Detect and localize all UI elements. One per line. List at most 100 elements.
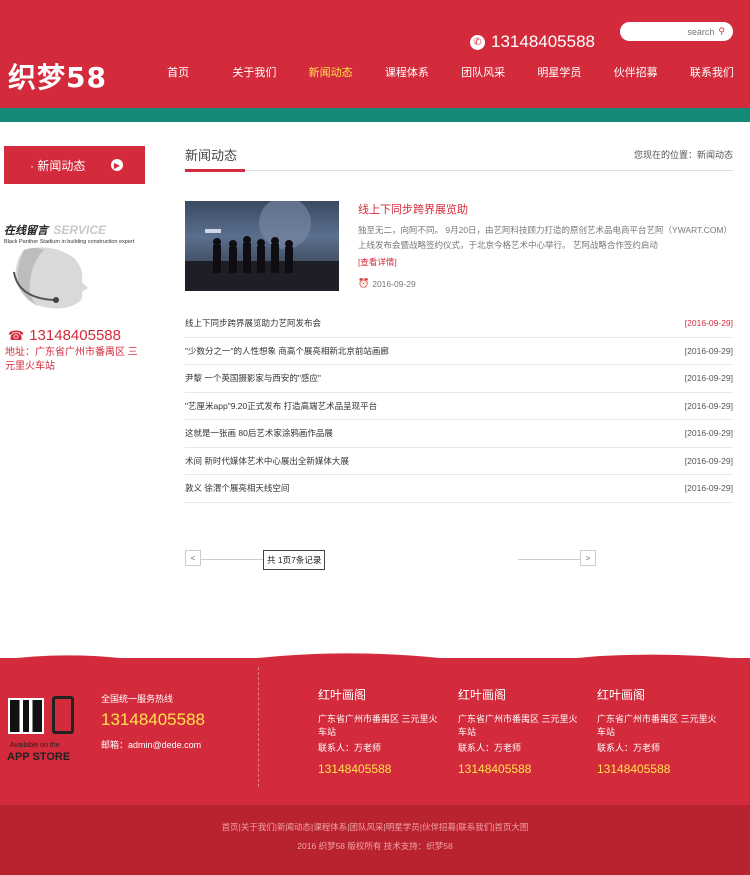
footer-link-news[interactable]: 新闻动态 <box>277 822 311 832</box>
hotline-label: 全国统一服务热线 <box>101 694 174 704</box>
feature-read-more-link[interactable]: [查看详情] <box>358 256 397 268</box>
news-title[interactable]: "少数分之一"的人性想象 商高个展亮相新北京前站画廊 <box>185 345 389 357</box>
breadcrumb: 您现在的位置：新闻动态 <box>633 150 733 160</box>
nav-item-courses[interactable]: 课程体系 <box>369 64 445 80</box>
main-nav: 首页 关于我们 新闻动态 课程体系 团队风采 明星学员 伙伴招募 联系我们 <box>140 64 750 80</box>
site-logo[interactable]: 织梦58 <box>8 56 107 96</box>
search-box: ⚲ <box>620 22 733 41</box>
news-date: [2016-09-29] <box>684 400 733 411</box>
news-row[interactable]: 线上下同步跨界展览助力艺阿发布会 [2016-09-29] <box>185 310 733 338</box>
news-row[interactable]: 这就是一张画 80后艺术家涂鸦画作品展 [2016-09-29] <box>185 420 733 448</box>
news-date: [2016-09-29] <box>684 455 733 466</box>
service-title-en: SERVICE <box>53 223 107 237</box>
next-page-button[interactable]: > <box>580 550 596 566</box>
footer-link-courses[interactable]: 课程体系 <box>313 822 347 832</box>
qr-code-icon <box>8 698 44 734</box>
title-divider <box>185 170 733 171</box>
sidebar-phone-number: 13148405588 <box>29 327 121 344</box>
footer-link-partners[interactable]: 伙伴招募 <box>422 822 456 832</box>
feature-news-summary: 独至无二，向阿不同。 9月20日，由艺阿科技顾力打造的原创艺术品电商平台艺阿（Y… <box>358 225 733 250</box>
header-phone-number: 13148405588 <box>491 32 596 51</box>
nav-item-students[interactable]: 明星学员 <box>521 64 597 80</box>
branch-contact: 联系人：万老师 <box>318 743 382 753</box>
page-count: 共 1页7条记录 <box>263 550 326 570</box>
news-title[interactable]: 术间 新时代媒体艺术中心展出全新媒体大展 <box>185 455 349 467</box>
feature-news-image[interactable] <box>185 201 339 291</box>
news-date: [2016-09-29] <box>684 318 733 329</box>
branch-phone: 13148405588 <box>318 762 392 776</box>
news-date: [2016-09-29] <box>684 345 733 356</box>
header-phone: ✆ 13148405588 <box>470 32 595 52</box>
footer-link-team[interactable]: 团队风采 <box>349 822 383 832</box>
branch-card: 红叶画阁 广东省广州市番禺区 三元里火车站 联系人：万老师 1314840558… <box>458 686 578 776</box>
chevron-right-icon: ▶ <box>111 159 123 171</box>
news-title[interactable]: 敦义 徐渭个展亮相天线空间 <box>185 482 289 494</box>
title-accent <box>185 169 245 172</box>
footer-email: 邮箱：admin@dede.com <box>101 740 202 750</box>
phone-icon: ✆ <box>470 34 485 50</box>
search-input[interactable] <box>634 26 715 37</box>
site-header: 织梦58 ✆ 13148405588 ⚲ 首页 关于我们 新闻动态 课程体系 团… <box>0 0 750 108</box>
news-row[interactable]: 术间 新时代媒体艺术中心展出全新媒体大展 [2016-09-29] <box>185 448 733 475</box>
nav-item-news[interactable]: 新闻动态 <box>293 64 369 80</box>
footer-link-home[interactable]: 首页 <box>222 822 239 832</box>
nav-item-home[interactable]: 首页 <box>140 64 216 80</box>
branch-address: 广东省广州市番禺区 三元里火车站 <box>318 714 438 737</box>
branch-phone: 13148405588 <box>597 762 671 776</box>
pager-line <box>518 559 580 560</box>
news-title[interactable]: 尹黎 一个英国摄影家与西安的"感应" <box>185 372 321 384</box>
footer-link-contact[interactable]: 联系我们 <box>458 822 492 832</box>
feature-news-date: ⏰ 2016-09-29 <box>358 278 416 289</box>
pager-line <box>201 559 263 560</box>
hotline-number: 13148405588 <box>101 710 206 729</box>
stage-photo-icon <box>185 201 339 291</box>
branch-name: 红叶画阁 <box>318 688 367 702</box>
page-title: 新闻动态 <box>185 148 238 163</box>
news-title[interactable]: 线上下同步跨界展览助力艺阿发布会 <box>185 317 321 329</box>
nav-item-partners[interactable]: 伙伴招募 <box>598 64 674 80</box>
branch-name: 红叶画阁 <box>458 688 507 702</box>
branch-contact: 联系人：万老师 <box>458 743 522 753</box>
sidebar-phone: ☎ 13148405588 <box>8 327 121 344</box>
branch-address: 广东省广州市番禺区 三元里火车站 <box>597 714 717 737</box>
service-title-zh: 在线留言 <box>4 225 48 237</box>
nav-item-contact[interactable]: 联系我们 <box>674 64 750 80</box>
sidebar-category-news[interactable]: · 新闻动态 ▶ <box>4 146 145 184</box>
footer-link-students[interactable]: 明星学员 <box>386 822 420 832</box>
news-date: [2016-09-29] <box>684 373 733 384</box>
branch-phone: 13148405588 <box>458 762 532 776</box>
footer-divider <box>258 667 259 787</box>
telephone-icon: ☎ <box>8 327 25 343</box>
footer-link-about[interactable]: 关于我们 <box>241 822 275 832</box>
news-row[interactable]: 尹黎 一个英国摄影家与西安的"感应" [2016-09-29] <box>185 365 733 393</box>
news-list: 线上下同步跨界展览助力艺阿发布会 [2016-09-29] "少数分之一"的人性… <box>185 310 733 503</box>
nav-item-team[interactable]: 团队风采 <box>445 64 521 80</box>
mobile-phone-icon <box>52 696 74 734</box>
app-store-link[interactable]: APP STORE <box>7 751 70 763</box>
branch-card: 红叶画阁 广东省广州市番禺区 三元里火车站 联系人：万老师 1314840558… <box>318 686 438 776</box>
header-band <box>0 108 750 122</box>
sidebar-address: 地址：广东省广州市番禺区 三元里火车站 <box>5 347 138 372</box>
search-icon[interactable]: ⚲ <box>718 26 725 37</box>
news-date: [2016-09-29] <box>684 428 733 439</box>
service-banner[interactable]: 在线留言 SERVICE Black Panther Stadium in bu… <box>4 222 154 317</box>
sidebar-category-label: · 新闻动态 <box>30 158 86 173</box>
clock-icon: ⏰ <box>358 278 370 288</box>
prev-page-button[interactable]: < <box>185 550 201 566</box>
footer-link-banner[interactable]: 首页大图 <box>494 822 528 832</box>
news-row[interactable]: 敦义 徐渭个展亮相天线空间 [2016-09-29] <box>185 475 733 503</box>
headset-agent-icon <box>13 247 88 309</box>
branch-name: 红叶画阁 <box>597 688 646 702</box>
feature-date-text: 2016-09-29 <box>372 278 416 289</box>
feature-news-title[interactable]: 线上下同步跨界展览助 <box>358 201 468 217</box>
app-available-label: Available on the <box>10 742 60 749</box>
branch-address: 广东省广州市番禺区 三元里火车站 <box>458 714 578 737</box>
news-row[interactable]: "艺厘米app"9.20正式发布 打造高端艺术品呈现平台 [2016-09-29… <box>185 393 733 420</box>
news-title[interactable]: 这就是一张画 80后艺术家涂鸦画作品展 <box>185 427 333 439</box>
news-row[interactable]: "少数分之一"的人性想象 商高个展亮相新北京前站画廊 [2016-09-29] <box>185 338 733 365</box>
footer-links: 首页|关于我们|新闻动态|课程体系|团队风采|明星学员|伙伴招募|联系我们|首页… <box>221 822 529 832</box>
news-date: [2016-09-29] <box>684 483 733 494</box>
news-title[interactable]: "艺厘米app"9.20正式发布 打造高端艺术品呈现平台 <box>185 400 377 412</box>
nav-item-about[interactable]: 关于我们 <box>216 64 292 80</box>
branch-card: 红叶画阁 广东省广州市番禺区 三元里火车站 联系人：万老师 1314840558… <box>597 686 717 776</box>
